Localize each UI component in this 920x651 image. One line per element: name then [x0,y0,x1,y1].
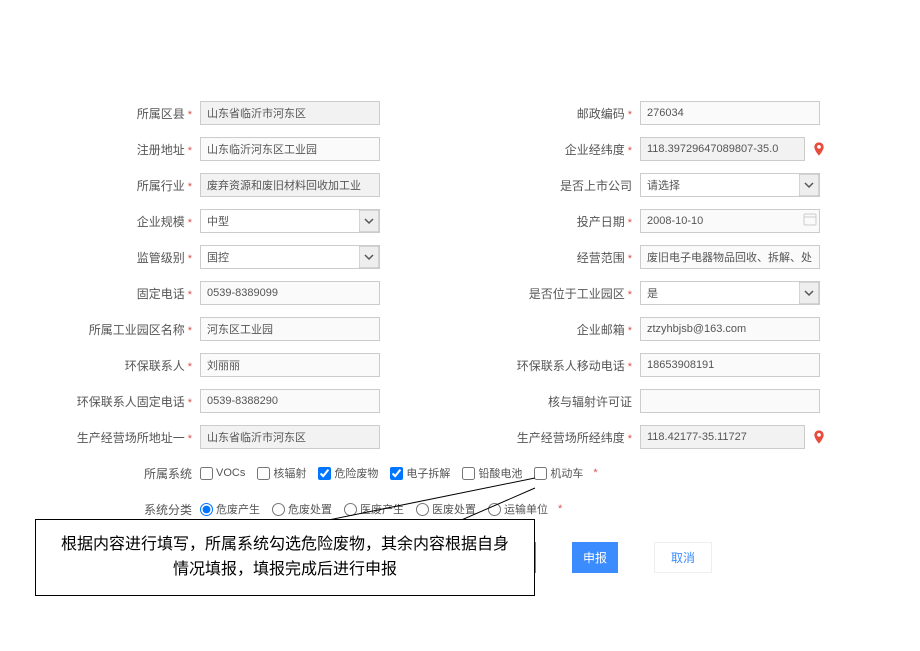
input-biz-addr[interactable] [200,425,380,449]
system-checkbox-4[interactable]: 铅酸电池 [462,465,522,481]
input-prod-date[interactable] [640,209,820,233]
label-systems: 所属系统 [30,465,200,482]
input-addr[interactable] [200,137,380,161]
label-scope: 经营范围* [470,249,640,266]
select-in-park[interactable] [640,281,820,305]
system-checkbox-5[interactable]: 机动车 [534,465,583,481]
label-in-park: 是否位于工业园区* [470,285,640,302]
label-category: 系统分类 [30,501,200,518]
label-license: 核与辐射许可证 [470,393,640,410]
systems-checkboxes: VOCs 核辐射危险废物电子拆解铅酸电池机动车 [200,465,591,481]
label-post: 邮政编码* [470,105,640,122]
system-checkbox-2[interactable]: 危险废物 [318,465,378,481]
label-mobile: 环保联系人移动电话* [470,357,640,374]
label-listed: 是否上市公司 [470,177,640,194]
category-radios: 危废产生危废处置医废产生医废处置运输单位 [200,501,556,517]
label-phone: 固定电话* [30,285,200,302]
category-radio-4[interactable]: 运输单位 [488,501,548,517]
system-checkbox-3[interactable]: 电子拆解 [390,465,450,481]
input-park[interactable] [200,317,380,341]
label-industry: 所属行业* [30,177,200,194]
select-scale[interactable] [200,209,380,233]
label-email: 企业邮箱* [470,321,640,338]
label-scale: 企业规模* [30,213,200,230]
input-contact[interactable] [200,353,380,377]
input-mobile[interactable] [640,353,820,377]
cancel-button[interactable]: 取消 [654,542,712,573]
location-icon[interactable] [809,139,829,159]
label-area: 所属区县* [30,105,200,122]
calendar-icon[interactable] [802,211,818,227]
system-checkbox-1[interactable]: 核辐射 [257,465,306,481]
input-coord[interactable] [640,137,805,161]
label-addr: 注册地址* [30,141,200,158]
label-contact-phone: 环保联系人固定电话* [30,393,200,410]
label-contact: 环保联系人* [30,357,200,374]
category-radio-3[interactable]: 医废处置 [416,501,476,517]
input-license[interactable] [640,389,820,413]
input-contact-phone[interactable] [200,389,380,413]
category-radio-1[interactable]: 危废处置 [272,501,332,517]
label-biz-addr: 生产经营场所地址一* [30,429,200,446]
select-listed[interactable] [640,173,820,197]
category-radio-2[interactable]: 医废产生 [344,501,404,517]
label-prod-date: 投产日期* [470,213,640,230]
input-biz-coord[interactable] [640,425,805,449]
system-checkbox-0[interactable]: VOCs [200,467,245,480]
input-email[interactable] [640,317,820,341]
label-park: 所属工业园区名称* [30,321,200,338]
category-radio-0[interactable]: 危废产生 [200,501,260,517]
instruction-callout: 根据内容进行填写，所属系统勾选危险废物，其余内容根据自身情况填报，填报完成后进行… [35,519,535,596]
select-supervise[interactable] [200,245,380,269]
input-scope[interactable] [640,245,820,269]
input-area[interactable] [200,101,380,125]
label-supervise: 监管级别* [30,249,200,266]
location-icon[interactable] [809,427,829,447]
label-coord: 企业经纬度* [470,141,640,158]
input-industry[interactable] [200,173,380,197]
input-post[interactable] [640,101,820,125]
form-container: 所属区县* 邮政编码* 注册地址* 企业经纬度* 所属行业* 是否上市公司 [0,0,920,573]
input-phone[interactable] [200,281,380,305]
label-biz-coord: 生产经营场所经纬度* [470,429,640,446]
submit-button[interactable]: 申报 [572,542,618,573]
